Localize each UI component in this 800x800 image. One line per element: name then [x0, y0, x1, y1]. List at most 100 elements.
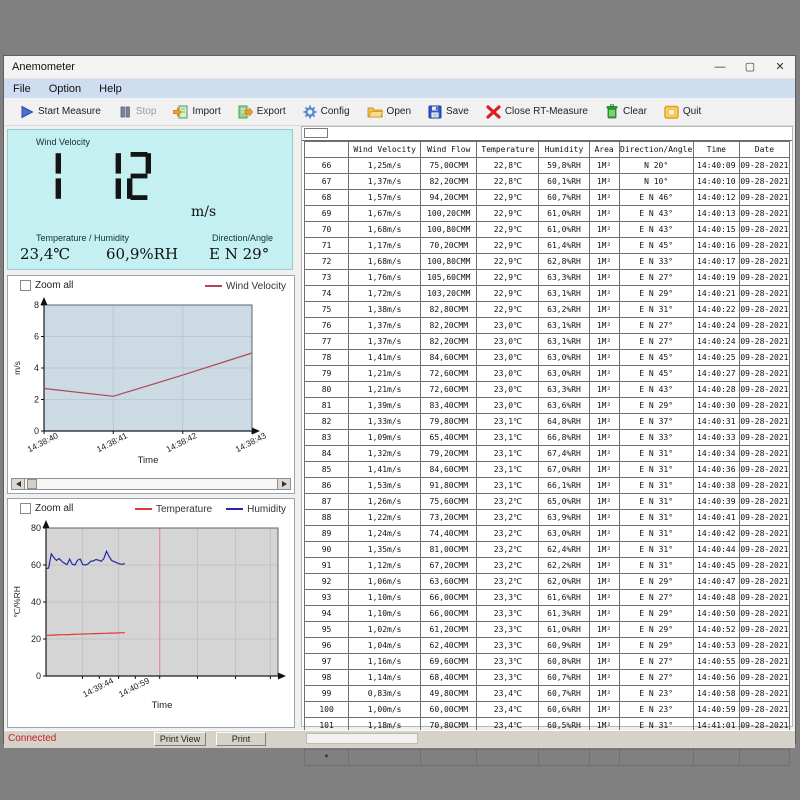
table-cell[interactable]: 22,9℃ — [477, 238, 539, 254]
table-cell[interactable]: 1M² — [589, 350, 619, 366]
zoom-all-checkbox[interactable]: Zoom all — [20, 280, 73, 291]
table-cell[interactable]: 1M² — [589, 478, 619, 494]
table-cell[interactable]: 1M² — [589, 638, 619, 654]
table-cell[interactable]: 1M² — [589, 510, 619, 526]
table-cell[interactable]: E N 33° — [619, 254, 693, 270]
toolbar-stop-button[interactable]: Stop — [118, 105, 157, 119]
table-cell[interactable]: 96 — [305, 638, 349, 654]
table-row[interactable]: 901,35m/s81,00CMM23,2℃62,4%RH1M²E N 31°1… — [305, 542, 790, 558]
table-cell[interactable]: 1M² — [589, 622, 619, 638]
table-cell[interactable]: 105,60CMM — [421, 270, 477, 286]
table-cell[interactable]: 100,20CMM — [421, 206, 477, 222]
table-cell[interactable]: 23,2℃ — [477, 510, 539, 526]
zoom-all-checkbox[interactable]: Zoom all — [20, 503, 73, 514]
table-cell[interactable]: 23,0℃ — [477, 350, 539, 366]
table-cell[interactable]: 1M² — [589, 542, 619, 558]
table-cell[interactable]: 66,00CMM — [421, 606, 477, 622]
table-cell[interactable]: 1,12m/s — [349, 558, 421, 574]
table-cell[interactable]: 70 — [305, 222, 349, 238]
table-cell[interactable]: 1,10m/s — [349, 606, 421, 622]
table-cell[interactable]: E N 27° — [619, 270, 693, 286]
table-row[interactable]: 751,38m/s82,80CMM22,9℃63,2%RH1M²E N 31°1… — [305, 302, 790, 318]
table-cell[interactable]: 14:40:10 — [693, 174, 739, 190]
table-cell[interactable]: 23,2℃ — [477, 494, 539, 510]
table-cell[interactable]: E N 31° — [619, 478, 693, 494]
table-cell[interactable]: 1,16m/s — [349, 654, 421, 670]
toolbar-start-measure-button[interactable]: Start Measure — [20, 105, 101, 119]
table-cell[interactable]: 1,24m/s — [349, 526, 421, 542]
table-cell[interactable]: E N 33° — [619, 430, 693, 446]
scroll-right-button[interactable] — [277, 479, 290, 489]
table-cell[interactable]: 69 — [305, 206, 349, 222]
table-row[interactable]: 731,76m/s105,60CMM22,9℃63,3%RH1M²E N 27°… — [305, 270, 790, 286]
table-cell[interactable]: 09-28-2021 — [739, 398, 789, 414]
table-cell[interactable]: 1,25m/s — [349, 158, 421, 174]
table-cell[interactable]: 60,7%RH — [539, 686, 589, 702]
chart-plot[interactable]: 0246814:38:4014:38:4114:38:4214:38:43Tim… — [10, 295, 294, 477]
table-cell[interactable]: 14:40:33 — [693, 430, 739, 446]
table-cell[interactable]: 78 — [305, 350, 349, 366]
table-cell[interactable]: 68,40CMM — [421, 670, 477, 686]
table-cell[interactable]: 1M² — [589, 398, 619, 414]
table-cell[interactable]: 100,80CMM — [421, 222, 477, 238]
table-cell[interactable]: 23,0℃ — [477, 382, 539, 398]
table-cell[interactable]: 23,1℃ — [477, 478, 539, 494]
table-cell[interactable]: 14:40:50 — [693, 606, 739, 622]
table-row[interactable]: 871,26m/s75,60CMM23,2℃65,0%RH1M²E N 31°1… — [305, 494, 790, 510]
table-cell[interactable]: 67,0%RH — [539, 462, 589, 478]
toolbar-config-button[interactable]: Config — [303, 105, 350, 119]
table-cell[interactable]: 1,41m/s — [349, 462, 421, 478]
table-cell[interactable]: 65,0%RH — [539, 494, 589, 510]
table-cell[interactable]: 63,3%RH — [539, 382, 589, 398]
table-cell[interactable]: 1,33m/s — [349, 414, 421, 430]
table-cell[interactable]: E N 27° — [619, 590, 693, 606]
table-cell[interactable]: 22,9℃ — [477, 302, 539, 318]
table-cell[interactable]: 91,80CMM — [421, 478, 477, 494]
table-cell[interactable]: E N 43° — [619, 206, 693, 222]
table-cell[interactable]: 82,80CMM — [421, 302, 477, 318]
table-cell[interactable]: 60,1%RH — [539, 174, 589, 190]
scroll-thumb[interactable] — [27, 479, 37, 489]
scroll-left-button[interactable] — [12, 479, 25, 489]
table-row[interactable]: 711,17m/s70,20CMM22,9℃61,4%RH1M²E N 45°1… — [305, 238, 790, 254]
new-row[interactable]: * — [305, 750, 790, 766]
table-cell[interactable]: 74,40CMM — [421, 526, 477, 542]
table-cell[interactable]: E N 27° — [619, 654, 693, 670]
table-cell[interactable]: 75 — [305, 302, 349, 318]
column-header[interactable]: Temperature — [477, 142, 539, 158]
table-cell[interactable]: 09-28-2021 — [739, 430, 789, 446]
table-cell[interactable]: E N 29° — [619, 398, 693, 414]
chart-horizontal-scrollbar[interactable] — [11, 478, 291, 490]
table-row[interactable]: 771,37m/s82,20CMM23,0℃63,1%RH1M²E N 27°1… — [305, 334, 790, 350]
table-cell[interactable]: 14:40:15 — [693, 222, 739, 238]
table-cell[interactable]: E N 43° — [619, 382, 693, 398]
column-header[interactable]: Wind Flow — [421, 142, 477, 158]
table-cell[interactable]: 60,7%RH — [539, 670, 589, 686]
table-cell[interactable]: 14:40:22 — [693, 302, 739, 318]
toolbar-close-rt-measure-button[interactable]: Close RT-Measure — [486, 105, 588, 119]
table-cell[interactable]: 23,1℃ — [477, 462, 539, 478]
table-cell[interactable]: 67 — [305, 174, 349, 190]
table-cell[interactable]: 99 — [305, 686, 349, 702]
table-row[interactable]: 841,32m/s79,20CMM23,1℃67,4%RH1M²E N 31°1… — [305, 446, 790, 462]
table-cell[interactable]: 23,1℃ — [477, 446, 539, 462]
table-cell[interactable]: 1,37m/s — [349, 318, 421, 334]
table-cell[interactable]: 90 — [305, 542, 349, 558]
table-row[interactable]: 741,72m/s103,20CMM22,9℃63,1%RH1M²E N 29°… — [305, 286, 790, 302]
table-cell[interactable]: 23,3℃ — [477, 622, 539, 638]
table-cell[interactable]: 23,3℃ — [477, 670, 539, 686]
table-cell[interactable]: 60,00CMM — [421, 702, 477, 718]
table-cell[interactable]: 1M² — [589, 526, 619, 542]
table-cell[interactable]: E N 31° — [619, 542, 693, 558]
table-cell[interactable]: 89 — [305, 526, 349, 542]
table-cell[interactable]: 22,9℃ — [477, 254, 539, 270]
table-row[interactable]: 681,57m/s94,20CMM22,9℃60,7%RH1M²E N 46°1… — [305, 190, 790, 206]
table-cell[interactable]: 1,38m/s — [349, 302, 421, 318]
table-cell[interactable]: 1,17m/s — [349, 238, 421, 254]
table-cell[interactable]: 1M² — [589, 558, 619, 574]
table-row[interactable]: 791,21m/s72,60CMM23,0℃63,0%RH1M²E N 45°1… — [305, 366, 790, 382]
column-header[interactable]: Time — [693, 142, 739, 158]
table-cell[interactable]: 80 — [305, 382, 349, 398]
table-row[interactable]: 981,14m/s68,40CMM23,3℃60,7%RH1M²E N 27°1… — [305, 670, 790, 686]
scroll-track[interactable] — [25, 479, 277, 489]
